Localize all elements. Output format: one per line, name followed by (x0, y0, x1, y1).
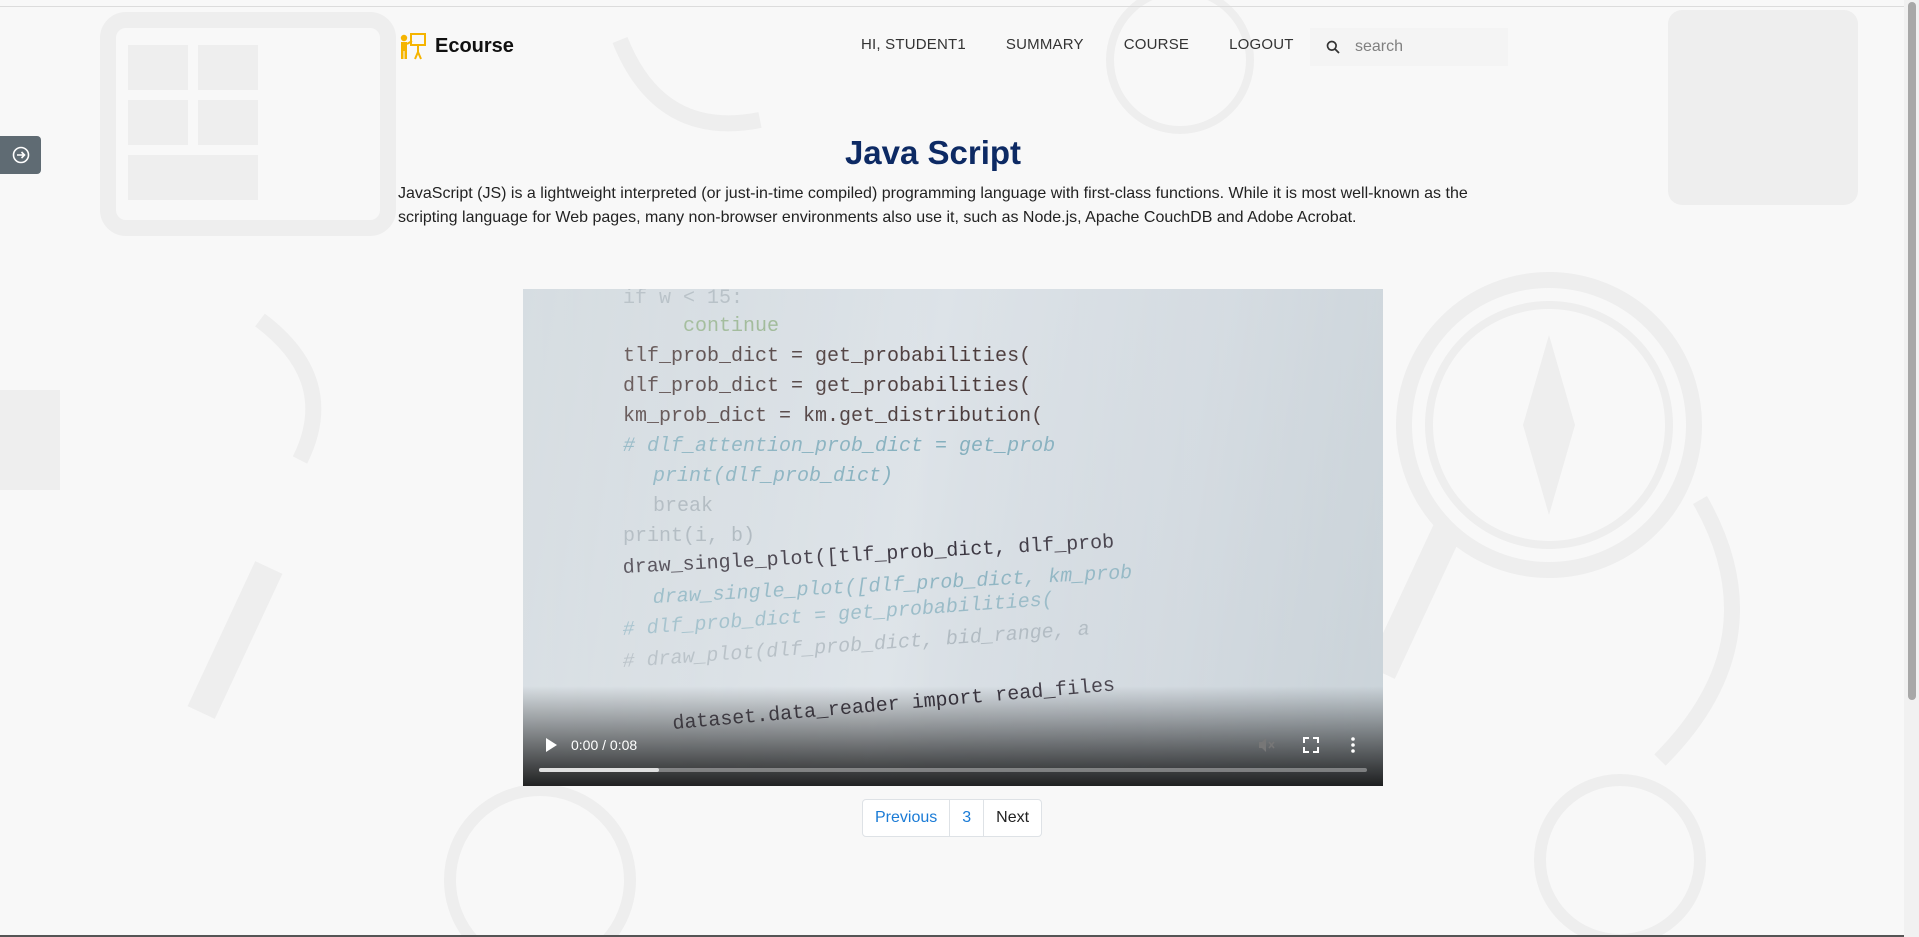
play-icon[interactable] (543, 736, 559, 754)
volume-muted-icon[interactable] (1256, 735, 1276, 755)
pagination-previous-link[interactable]: Previous (863, 800, 951, 836)
lesson-title: Java Script (844, 134, 1022, 171)
brand-name: Ecourse (435, 34, 514, 57)
video-time: 0:00 / 0:08 (571, 737, 638, 753)
arrow-circle-right-icon (12, 146, 29, 164)
fullscreen-icon[interactable] (1301, 735, 1321, 755)
video-player[interactable]: if w < 15: continue tlf_prob_dict = get_… (523, 289, 1383, 786)
page-scrollbar[interactable] (1904, 0, 1919, 937)
nav-summary-link[interactable]: SUMMARY (1006, 36, 1084, 53)
nav-logout-link[interactable]: LOGOUT (1229, 36, 1294, 53)
scrollbar-thumb[interactable] (1908, 2, 1916, 700)
nav-menu: HI, STUDENT1 SUMMARY COURSE LOGOUT (861, 36, 1334, 53)
sidebar-toggle-button[interactable] (0, 136, 41, 174)
brand-link[interactable]: Ecourse (398, 32, 514, 60)
nav-course-link[interactable]: COURSE (1124, 36, 1189, 53)
navbar: Ecourse HI, STUDENT1 SUMMARY COURSE LOGO… (398, 0, 1508, 92)
nav-greeting[interactable]: HI, STUDENT1 (861, 36, 966, 53)
video-buffered-bar (539, 768, 660, 772)
lesson-description: JavaScript (JS) is a lightweight interpr… (398, 185, 1468, 226)
search-input[interactable] (1353, 37, 1497, 57)
pagination-page-link[interactable]: 3 (950, 800, 985, 836)
search-icon[interactable] (1326, 40, 1340, 54)
more-options-icon[interactable] (1343, 735, 1363, 755)
search-box (1310, 28, 1508, 66)
pagination-next-link[interactable]: Next (984, 800, 1041, 836)
pagination: Previous 3 Next (862, 799, 1043, 837)
teacher-board-icon (400, 33, 426, 60)
main-container: Ecourse HI, STUDENT1 SUMMARY COURSE LOGO… (398, 0, 1508, 226)
video-controls: 0:00 / 0:08 (523, 686, 1383, 786)
video-progress-bar[interactable] (539, 768, 1367, 772)
